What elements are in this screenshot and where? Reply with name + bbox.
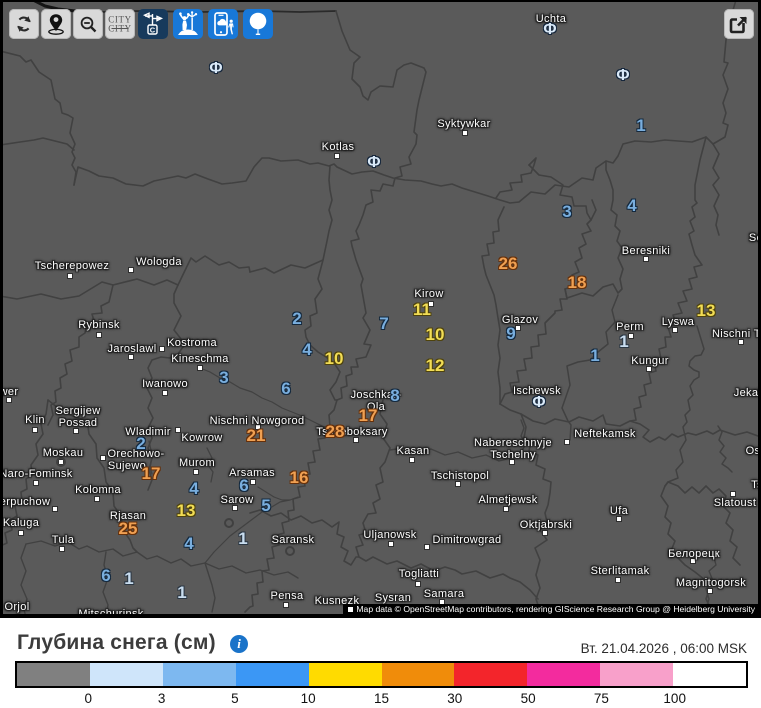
- svg-text:C: C: [150, 25, 156, 34]
